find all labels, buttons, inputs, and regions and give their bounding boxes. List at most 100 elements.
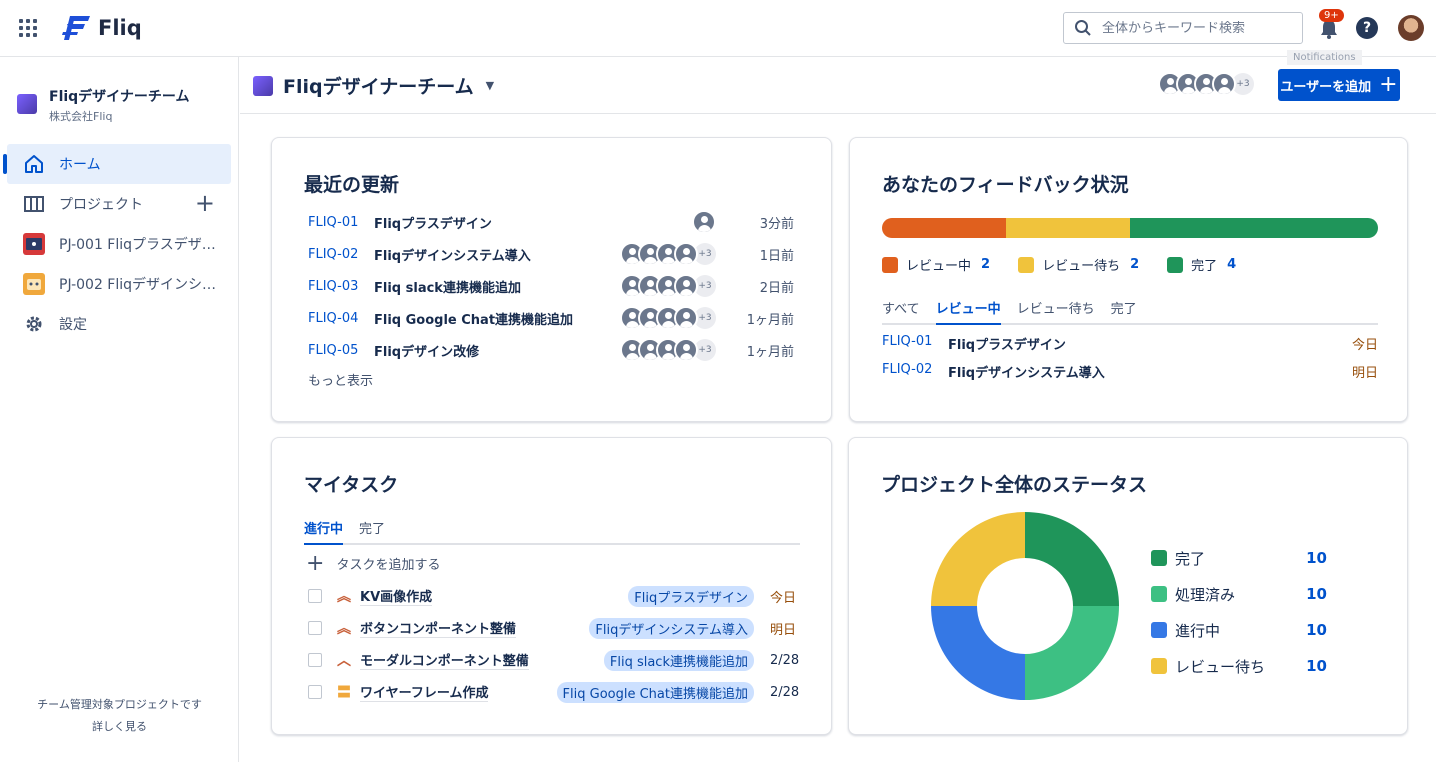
task-title[interactable]: モーダルコンポーネント整備 (360, 650, 529, 670)
issue-title[interactable]: Fliqデザインシステム導入 (948, 362, 1352, 381)
task-checkbox[interactable] (308, 621, 322, 635)
project-icon (23, 273, 45, 295)
avatar (674, 338, 698, 362)
search-box[interactable] (1063, 12, 1303, 44)
feedback-progress-bar (882, 218, 1378, 238)
issue-key-link[interactable]: FLIQ-02 (882, 362, 948, 381)
project-chip[interactable]: Fliq Google Chat連携機能追加 (556, 681, 754, 703)
plus-icon: + (1379, 72, 1398, 97)
add-user-button[interactable]: ユーザーを追加 + (1278, 69, 1400, 101)
task-row[interactable]: ︽ KV画像作成 Fliqプラスデザイン 今日 (308, 582, 800, 610)
issue-key-link[interactable]: FLIQ-03 (308, 279, 374, 294)
recent-update-row[interactable]: FLIQ-05 Fliqデザイン改修 +3 1ヶ月前 (308, 336, 794, 364)
feedback-tab[interactable]: レビュー待ち (1017, 298, 1095, 323)
issue-title[interactable]: Fliqデザインシステム導入 (374, 245, 620, 264)
page-title: Fliqデザイナーチーム (283, 76, 474, 98)
project-status-card: プロジェクト全体のステータス 完了 10 処理済み 10 進行中 10 レビュー待ち 10 (848, 437, 1408, 735)
legend-value: 10 (1306, 585, 1327, 603)
status-legend-item: 進行中 10 (1151, 612, 1327, 648)
issue-key-link[interactable]: FLIQ-04 (308, 311, 374, 326)
task-checkbox[interactable] (308, 589, 322, 603)
sidebar-item-pj-001[interactable]: PJ-001 Fliqプラスデザ… (7, 224, 231, 264)
team-members[interactable]: +3 (1158, 72, 1254, 96)
app-name: Fliq (98, 16, 142, 40)
feedback-tab[interactable]: 完了 (1111, 298, 1137, 323)
task-checkbox[interactable] (308, 685, 322, 699)
issue-key-link[interactable]: FLIQ-02 (308, 247, 374, 262)
issue-title[interactable]: Fliq slack連携機能追加 (374, 277, 620, 296)
task-title[interactable]: KV画像作成 (360, 586, 433, 606)
recent-update-row[interactable]: FLIQ-01 Fliqプラスデザイン 3分前 (308, 208, 794, 236)
due-date: 2/28 (770, 684, 800, 700)
show-more-link[interactable]: もっと表示 (308, 370, 373, 389)
due-date: 2/28 (770, 652, 800, 668)
task-checkbox[interactable] (308, 653, 322, 667)
help-icon[interactable]: ? (1356, 17, 1378, 39)
project-chip[interactable]: Fliqデザインシステム導入 (589, 617, 754, 639)
recent-update-row[interactable]: FLIQ-02 Fliqデザインシステム導入 +3 1日前 (308, 240, 794, 268)
sidebar-item-projects[interactable]: プロジェクト + (7, 184, 231, 224)
donut-slice (1025, 606, 1119, 700)
task-row[interactable]: ︿ モーダルコンポーネント整備 Fliq slack連携機能追加 2/28 (308, 646, 800, 674)
issue-title[interactable]: Fliqプラスデザイン (948, 334, 1352, 353)
task-tab[interactable]: 進行中 (304, 518, 344, 545)
assignee-avatars[interactable] (692, 210, 716, 234)
card-title: あなたのフィードバック状況 (882, 174, 1129, 196)
sidebar-item-settings[interactable]: 設定 (7, 304, 231, 344)
assignee-avatars[interactable]: +3 (620, 306, 716, 330)
task-title[interactable]: ボタンコンポーネント整備 (360, 618, 517, 638)
assignee-avatars[interactable]: +3 (620, 338, 716, 362)
card-title: マイタスク (304, 474, 399, 496)
legend-count: 2 (981, 257, 991, 272)
task-row[interactable]: 〓ワイヤーフレーム作成 Fliq Google Chat連携機能追加 2/28 (308, 678, 800, 706)
feedback-tab[interactable]: すべて (882, 298, 920, 323)
recent-update-row[interactable]: FLIQ-04 Fliq Google Chat連携機能追加 +3 1ヶ月前 (308, 304, 794, 332)
sidebar-item-home[interactable]: ホーム (3, 144, 231, 184)
feedback-legend-item[interactable]: レビュー待ち 2 (1018, 255, 1139, 274)
issue-title[interactable]: Fliqプラスデザイン (374, 213, 692, 232)
feedback-row[interactable]: FLIQ-02 Fliqデザインシステム導入 明日 (882, 362, 1378, 381)
add-project-icon[interactable]: + (195, 191, 215, 215)
feedback-legend-item[interactable]: レビュー中 2 (882, 255, 990, 274)
add-task-button[interactable]: + タスクを追加する (306, 550, 440, 576)
avatar (692, 210, 716, 234)
issue-title[interactable]: Fliqデザイン改修 (374, 341, 620, 360)
app-switcher-icon[interactable] (19, 19, 37, 37)
feedback-bar-segment (1130, 218, 1378, 238)
legend-label: レビュー待ち (1175, 657, 1266, 676)
top-bar: Fliq 9+ Notifications ? (0, 0, 1436, 65)
feedback-row[interactable]: FLIQ-01 Fliqプラスデザイン 今日 (882, 334, 1378, 353)
feedback-card: あなたのフィードバック状況 レビュー中 2 レビュー待ち 2 完了 4 すべて レビュー中レ… (849, 137, 1408, 422)
card-title: プロジェクト全体のステータス (881, 474, 1148, 496)
user-avatar[interactable] (1398, 15, 1424, 41)
sidebar-item-pj-002[interactable]: PJ-002 Fliqデザインシ… (7, 264, 231, 304)
issue-key-link[interactable]: FLIQ-05 (308, 343, 374, 358)
due-date: 明日 (770, 622, 797, 638)
issue-title[interactable]: Fliq Google Chat連携機能追加 (374, 309, 620, 328)
sidebar-footer-link[interactable]: 詳しく見る (0, 716, 239, 738)
project-icon (23, 233, 45, 255)
sidebar-team[interactable]: Fliqデザイナーチーム 株式会社Fliq (17, 86, 189, 124)
plus-icon: + (306, 550, 325, 576)
issue-key-link[interactable]: FLIQ-01 (308, 215, 374, 230)
search-input[interactable] (1102, 20, 1292, 36)
medium-priority-icon: 〓 (337, 685, 351, 701)
feedback-legend-item[interactable]: 完了 4 (1167, 255, 1236, 274)
project-chip[interactable]: Fliqプラスデザイン (628, 585, 754, 607)
notification-badge: 9+ (1319, 9, 1344, 22)
assignee-avatars[interactable]: +3 (620, 274, 716, 298)
task-tab[interactable]: 完了 (359, 518, 385, 543)
feedback-tab[interactable]: レビュー中 (935, 298, 1001, 325)
team-selector[interactable]: Fliqデザイナーチーム ▼ (253, 72, 494, 99)
add-user-label: ユーザーを追加 (1280, 79, 1372, 95)
recent-update-row[interactable]: FLIQ-03 Fliq slack連携機能追加 +3 2日前 (308, 272, 794, 300)
assignee-avatars[interactable]: +3 (620, 242, 716, 266)
task-title[interactable]: ワイヤーフレーム作成 (360, 682, 489, 702)
issue-key-link[interactable]: FLIQ-01 (882, 334, 948, 353)
sidebar-footer: チーム管理対象プロジェクトです 詳しく見る (0, 694, 239, 738)
project-chip[interactable]: Fliq slack連携機能追加 (603, 649, 754, 671)
company-name: 株式会社Fliq (49, 110, 113, 123)
app-logo[interactable]: Fliq (60, 14, 142, 42)
legend-label: 進行中 (1175, 621, 1221, 640)
task-row[interactable]: ︽ ボタンコンポーネント整備 Fliqデザインシステム導入 明日 (308, 614, 800, 642)
